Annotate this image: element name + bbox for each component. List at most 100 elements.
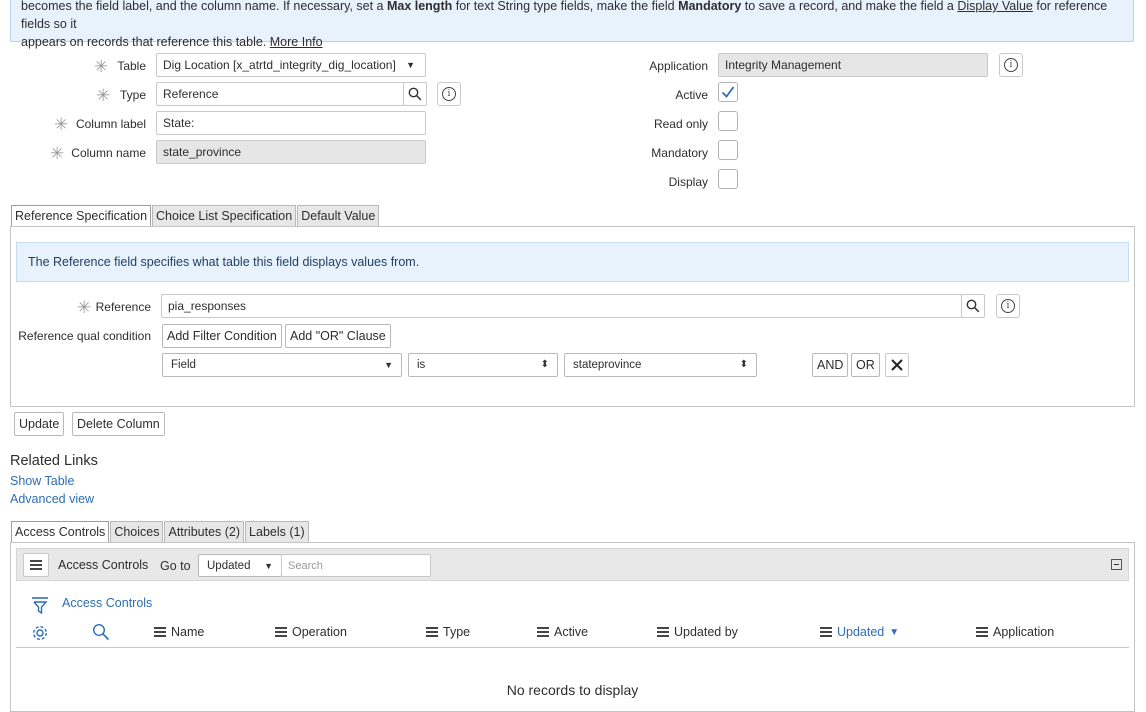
column-header-updated-by[interactable]: Updated by [657,625,738,639]
show-table-link[interactable]: Show Table [10,474,74,488]
table-select[interactable]: Dig Location [x_atrtd_integrity_dig_loca… [156,53,426,77]
tab-choice-list-specification[interactable]: Choice List Specification [152,205,297,226]
application-label: Application [649,59,708,73]
condition-operator-select[interactable]: is ⬍ [408,353,558,377]
delete-column-button[interactable]: Delete Column [72,412,165,436]
tab-reference-specification[interactable]: Reference Specification [11,205,152,226]
filter-icon[interactable] [31,596,51,615]
condition-field-select[interactable]: Field ▼ [162,353,402,377]
access-controls-panel: Access Controls Go to Updated ▼ Search Ac… [10,542,1135,712]
type-input[interactable]: Reference [156,82,404,106]
info-icon: i [1001,299,1015,313]
required-marker: ✳ [94,57,109,76]
active-checkbox[interactable] [718,82,738,102]
filter-breadcrumb-link[interactable]: Access Controls [62,596,152,610]
column-menu-icon [537,625,549,639]
column-header-name[interactable]: Name [154,625,204,639]
updown-arrows-icon: ⬍ [739,359,748,370]
application-input: Integrity Management [718,53,988,77]
tab-attributes[interactable]: Attributes (2) [164,521,245,542]
display-checkbox[interactable] [718,169,738,189]
column-name-label: Column name [71,146,146,160]
required-marker: ✳ [54,115,69,134]
spec-tabs: Reference Specification Choice List Spec… [11,205,380,226]
qual-condition-label: Reference qual condition [18,329,151,343]
type-lookup-button[interactable] [403,82,427,106]
table-label: Table [117,59,146,73]
related-links-heading: Related Links [10,453,98,469]
tab-access-controls[interactable]: Access Controls [11,521,110,542]
empty-list-message: No records to display [506,682,639,698]
more-info-link[interactable]: More Info [270,35,323,49]
column-name-input: state_province [156,140,426,164]
tab-default-value[interactable]: Default Value [297,205,380,226]
reference-spec-panel: The Reference field specifies what table… [10,226,1135,407]
column-header-type[interactable]: Type [426,625,470,639]
chevron-down-icon: ▼ [264,561,273,571]
search-icon [408,87,422,101]
type-info-button[interactable]: i [437,82,461,106]
read-only-checkbox[interactable] [718,111,738,131]
add-or-clause-button[interactable]: Add "OR" Clause [285,324,391,348]
banner-line-1: becomes the field label, and the column … [21,0,1108,31]
banner-line-2: appears on records that reference this t… [21,35,323,49]
column-menu-icon [275,625,287,639]
collapse-icon[interactable] [1111,559,1122,570]
type-label: Type [119,88,146,102]
close-icon [891,359,903,371]
header-divider [16,647,1129,648]
sort-descending-icon: ▼ [889,626,900,638]
list-title: Access Controls [58,558,149,572]
updown-arrows-icon: ⬍ [540,359,549,370]
goto-select[interactable]: Updated ▼ [198,554,282,577]
column-header-operation[interactable]: Operation [275,625,347,639]
update-button[interactable]: Update [14,412,65,436]
or-button[interactable]: OR [851,353,880,377]
chevron-down-icon: ▼ [384,360,393,370]
info-icon: i [442,87,456,101]
gear-icon[interactable] [31,624,49,642]
column-menu-icon [976,625,988,639]
mandatory-label: Mandatory [651,146,708,160]
display-label: Display [668,175,708,189]
application-info-button[interactable]: i [999,53,1023,77]
hamburger-icon [30,558,42,572]
column-menu-icon [154,625,166,639]
column-header-updated[interactable]: Updated ▼ [820,625,899,639]
and-button[interactable]: AND [812,353,849,377]
goto-label: Go to [160,559,191,573]
list-header-bar: Access Controls Go to Updated ▼ Search [16,548,1129,581]
tab-labels[interactable]: Labels (1) [245,521,309,542]
reference-info-button[interactable]: i [996,294,1020,318]
search-icon [966,299,980,313]
reference-input[interactable]: pia_responses [161,294,962,318]
mandatory-checkbox[interactable] [718,140,738,160]
info-icon: i [1004,58,1018,72]
tab-choices[interactable]: Choices [110,521,164,542]
remove-condition-button[interactable] [885,353,909,377]
related-list-tabs: Access Controls Choices Attributes (2) L… [11,521,310,542]
column-menu-icon [820,625,832,639]
advanced-view-link[interactable]: Advanced view [10,492,94,506]
active-label: Active [675,88,708,102]
info-banner: becomes the field label, and the column … [10,0,1134,49]
column-header-active[interactable]: Active [537,625,588,639]
required-marker: ✳ [50,144,65,163]
column-menu-icon [657,625,669,639]
reference-notice: The Reference field specifies what table… [16,242,1129,282]
required-marker: ✳ [77,298,92,317]
chevron-down-icon: ▼ [406,60,415,70]
column-label-input[interactable]: State: [156,111,426,135]
column-header-application[interactable]: Application [976,625,1054,639]
list-search-input[interactable]: Search [281,554,431,577]
column-label-label: Column label [75,117,146,131]
condition-value-select[interactable]: stateprovince ⬍ [564,353,757,377]
add-filter-condition-button[interactable]: Add Filter Condition [162,324,282,348]
reference-lookup-button[interactable] [961,294,985,318]
required-marker: ✳ [96,86,111,105]
search-icon[interactable] [92,623,110,641]
read-only-label: Read only [653,117,708,131]
column-menu-icon [426,625,438,639]
checkmark-icon [721,86,735,98]
list-menu-button[interactable] [23,553,49,577]
